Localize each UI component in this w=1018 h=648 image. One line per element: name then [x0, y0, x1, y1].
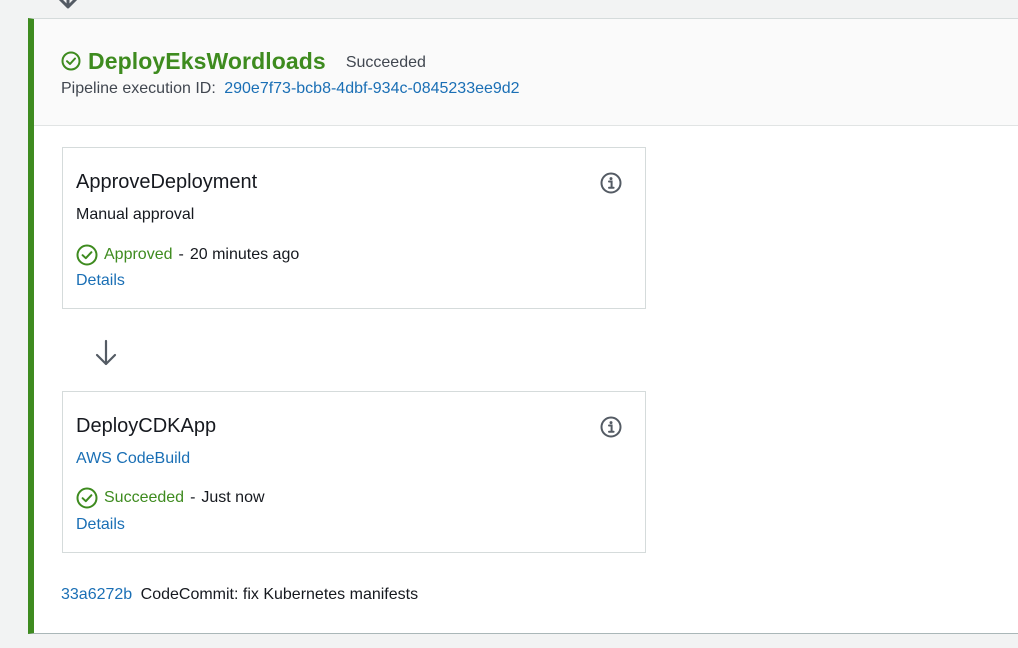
execution-id-link[interactable]: 290e7f73-bcb8-4dbf-934c-0845233ee9d2	[224, 80, 519, 97]
info-icon[interactable]	[599, 415, 623, 439]
stage-title-row: DeployEksWordloads Succeeded	[61, 47, 426, 75]
arrow-down-icon	[58, 0, 78, 9]
commit-message: CodeCommit: fix Kubernetes manifests	[140, 586, 419, 603]
details-link[interactable]: Details	[76, 272, 125, 290]
status-separator: -	[178, 246, 184, 263]
action-status-row: Succeeded - Just now	[76, 487, 265, 509]
action-provider: Manual approval	[76, 206, 195, 223]
pipeline-stage: DeployEksWordloads Succeeded Pipeline ex…	[28, 18, 1018, 634]
action-provider-link[interactable]: AWS CodeBuild	[76, 450, 190, 468]
commit-id-link[interactable]: 33a6272b	[61, 586, 132, 603]
stage-name: DeployEksWordloads	[88, 47, 326, 74]
stage-status: Succeeded	[345, 53, 426, 71]
action-name: ApproveDeployment	[76, 171, 258, 193]
action-time: 20 minutes ago	[189, 246, 300, 263]
check-circle-icon	[76, 244, 98, 266]
execution-id-row: Pipeline execution ID: 290e7f73-bcb8-4db…	[61, 80, 520, 98]
action-card-approve-deployment: ApproveDeployment Manual approval Approv…	[62, 147, 646, 309]
check-circle-icon	[61, 51, 81, 71]
action-card-deploy-cdk-app: DeployCDKApp AWS CodeBuild Succeeded - J…	[62, 391, 646, 553]
action-name: DeployCDKApp	[76, 415, 217, 437]
info-icon[interactable]	[599, 171, 623, 195]
source-commit-row: 33a6272b CodeCommit: fix Kubernetes mani…	[61, 586, 418, 604]
execution-id-label: Pipeline execution ID:	[61, 80, 216, 97]
details-link[interactable]: Details	[76, 516, 125, 534]
status-separator: -	[190, 489, 196, 506]
action-time: Just now	[201, 489, 265, 506]
action-status-row: Approved - 20 minutes ago	[76, 244, 299, 266]
arrow-down-icon	[95, 339, 117, 366]
stage-header: DeployEksWordloads Succeeded Pipeline ex…	[34, 19, 1018, 126]
action-status: Approved	[104, 246, 173, 263]
action-status: Succeeded	[104, 489, 185, 506]
check-circle-icon	[76, 487, 98, 509]
